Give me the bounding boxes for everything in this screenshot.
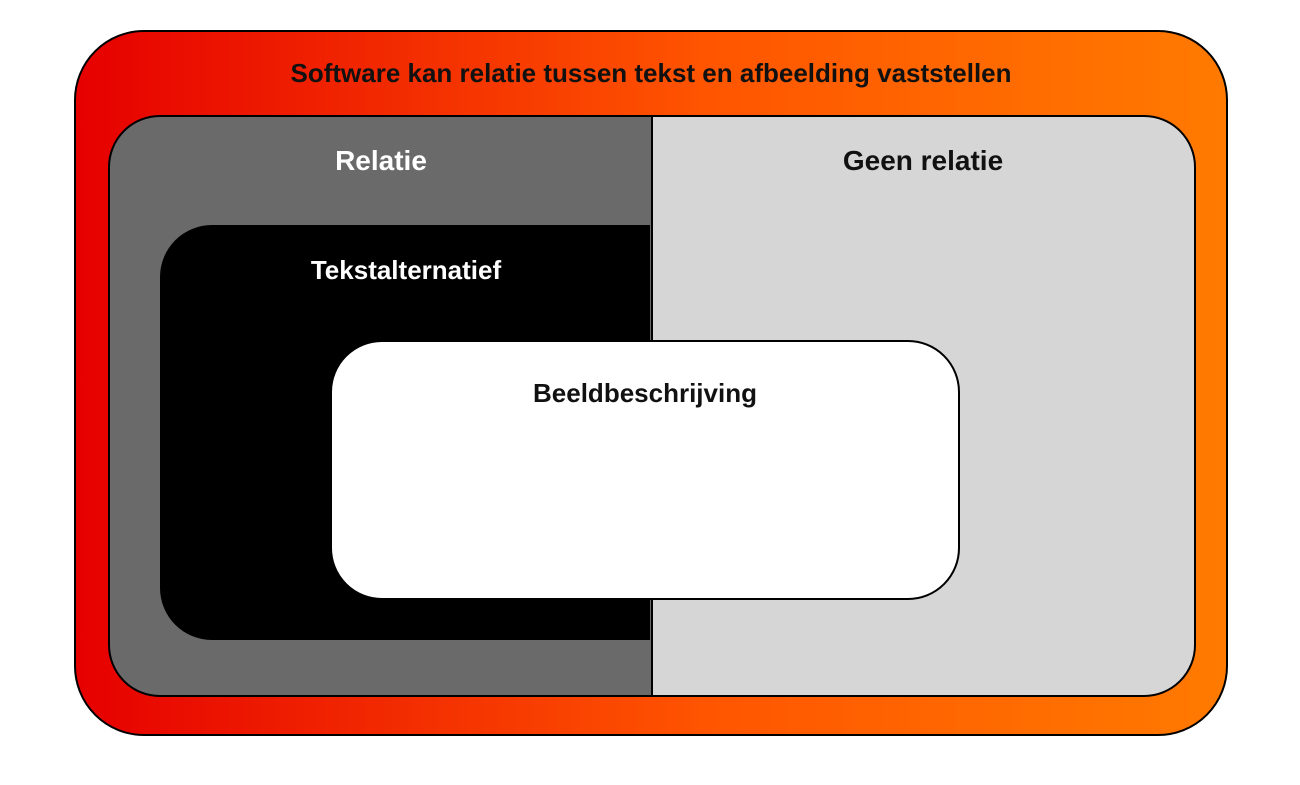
beeldbeschrijving-label: Beeldbeschrijving	[332, 378, 958, 409]
beeldbeschrijving-box: Beeldbeschrijving	[330, 340, 960, 600]
split-left-label: Relatie	[110, 145, 652, 177]
outer-title: Software kan relatie tussen tekst en afb…	[76, 58, 1226, 89]
tekstalternatief-label: Tekstalternatief	[162, 255, 650, 286]
diagram-canvas: Software kan relatie tussen tekst en afb…	[0, 0, 1300, 785]
split-right-label: Geen relatie	[652, 145, 1194, 177]
